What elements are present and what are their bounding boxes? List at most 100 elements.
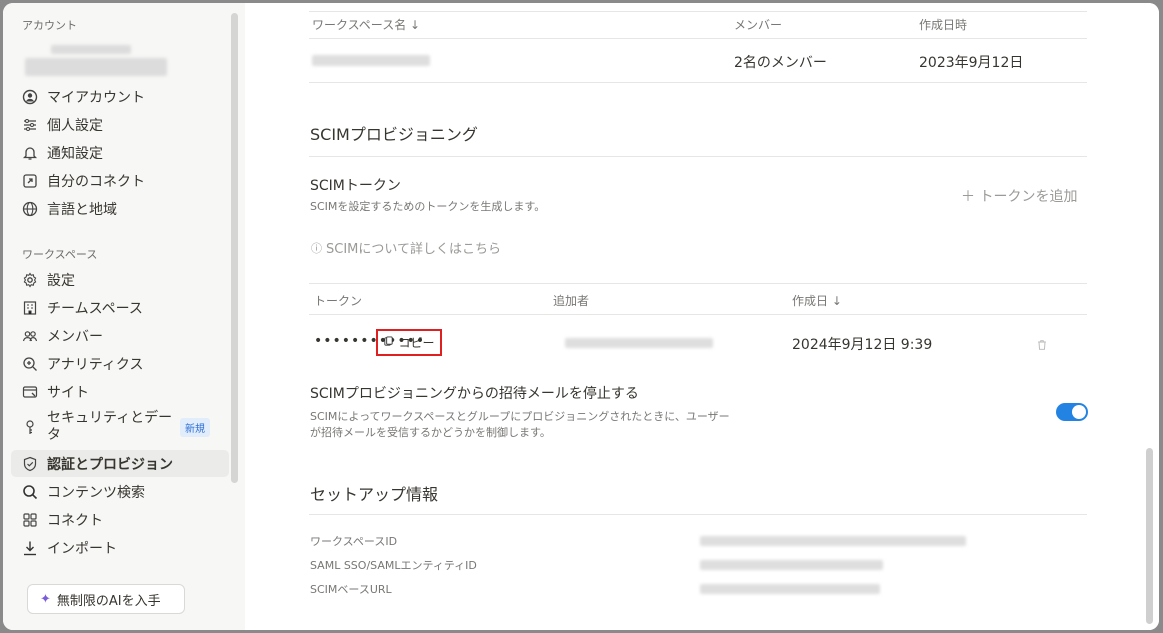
sidebar-item-identity-provisioning[interactable]: 認証とプロビジョン: [11, 450, 229, 477]
grid-icon: [21, 511, 39, 529]
column-header-created: 作成日時: [919, 18, 968, 32]
workspace-id-redacted: [700, 536, 966, 546]
sidebar-item-label: インポート: [47, 540, 117, 557]
sparkle-icon: ✦: [40, 591, 51, 607]
workspace-created-date: 2023年9月12日: [919, 55, 1024, 71]
divider: [309, 11, 1087, 12]
setup-label-workspace-id: ワークスペースID: [310, 535, 398, 548]
site-icon: [21, 383, 39, 401]
toggle-knob: [1072, 405, 1086, 419]
column-header-token-created[interactable]: 作成日 ↓: [792, 292, 842, 309]
workspace-member-count: 2名のメンバー: [734, 55, 827, 71]
sliders-icon: [21, 116, 39, 134]
sidebar-item-language-region[interactable]: 言語と地域: [11, 195, 229, 222]
sidebar-item-my-account[interactable]: マイアカウント: [11, 83, 229, 110]
ai-button-label: 無制限のAIを入手: [56, 593, 161, 609]
divider: [309, 38, 1087, 39]
workspace-name-redacted: [312, 55, 430, 66]
column-header-workspace-name[interactable]: ワークスペース名 ↓: [312, 16, 420, 33]
sidebar-item-label: 自分のコネクト: [47, 173, 145, 190]
download-icon: [21, 539, 39, 557]
sidebar-item-label: 通知設定: [47, 145, 103, 162]
shield-check-icon: [21, 455, 39, 473]
sidebar-item-label: コネクト: [47, 512, 103, 529]
sidebar-item-label: チームスペース: [47, 300, 143, 317]
sidebar-item-label: 認証とプロビジョン: [47, 456, 173, 473]
column-header-members: メンバー: [734, 18, 783, 32]
scim-base-url-redacted: [700, 584, 880, 594]
new-badge: 新規: [180, 418, 210, 437]
sidebar-item-label: 言語と地域: [47, 201, 117, 218]
members-icon: [21, 327, 39, 345]
sidebar-item-label: アナリティクス: [47, 356, 144, 373]
invite-email-desc-line1: SCIMによってワークスペースとグループにプロビジョニングされたときに、ユーザー: [310, 410, 730, 423]
divider: [309, 283, 1087, 284]
sidebar-section-account: アカウント: [22, 19, 77, 32]
divider: [309, 314, 1087, 315]
security-label-line1: セキュリティとデー: [47, 410, 173, 426]
scim-token-title: SCIMトークン: [310, 178, 401, 194]
sidebar-item-connections[interactable]: コネクト: [11, 506, 229, 533]
sidebar-item-teamspaces[interactable]: チームスペース: [11, 294, 229, 321]
globe-icon: [21, 200, 39, 218]
copy-token-button[interactable]: コピー: [376, 329, 442, 356]
security-label-line2: タ: [47, 427, 61, 443]
account-name-redacted: [51, 45, 131, 54]
sidebar-item-label: コンテンツ検索: [47, 484, 145, 501]
column-header-token: トークン: [314, 294, 363, 308]
help-circle-icon: ⓘ: [311, 241, 322, 255]
sidebar-item-import[interactable]: インポート: [11, 534, 229, 561]
column-header-added-by: 追加者: [553, 294, 590, 308]
sidebar-item-my-connections[interactable]: 自分のコネクト: [11, 167, 229, 194]
sidebar-item-label: メンバー: [47, 328, 103, 345]
sidebar-item-label: サイト: [47, 384, 89, 401]
add-token-button[interactable]: ＋ トークンを追加: [961, 186, 1077, 206]
scim-help-link-label: SCIMについて詳しくはこちら: [326, 242, 501, 257]
sidebar-item-label: 設定: [47, 272, 75, 289]
copy-button-label: コピー: [398, 336, 435, 350]
sidebar-item-label: セキュリティとデー タ: [47, 410, 172, 444]
invite-email-desc-line2: が招待メールを受信するかどうかを制御します。: [310, 426, 551, 439]
setup-label-saml-entity-id: SAML SSO/SAMLエンティティID: [310, 559, 477, 572]
saml-id-redacted: [700, 560, 883, 570]
divider: [309, 82, 1087, 83]
sidebar-scrollbar[interactable]: [231, 13, 238, 483]
scim-help-link[interactable]: ⓘ SCIMについて詳しくはこちら: [311, 238, 501, 258]
sidebar-scroll-area: アカウント マイアカウント 個人設定 通知設定 自分のコネクト 言語と地域 ワー…: [3, 3, 245, 573]
bell-icon: [21, 144, 39, 162]
sidebar-item-members[interactable]: メンバー: [11, 322, 229, 349]
sidebar-item-notifications[interactable]: 通知設定: [11, 139, 229, 166]
added-by-redacted: [565, 338, 713, 348]
divider: [309, 156, 1087, 157]
sidebar-item-label: 個人設定: [47, 117, 103, 134]
sidebar-item-label: マイアカウント: [47, 89, 145, 106]
setup-section-title: セットアップ情報: [310, 485, 439, 504]
invite-email-toggle[interactable]: [1056, 403, 1088, 421]
setup-label-scim-base-url: SCIMベースURL: [310, 583, 392, 596]
token-created-date: 2024年9月12日 9:39: [792, 337, 933, 353]
get-unlimited-ai-button[interactable]: ✦ 無制限のAIを入手: [27, 584, 185, 614]
settings-sidebar: アカウント マイアカウント 個人設定 通知設定 自分のコネクト 言語と地域 ワー…: [3, 3, 245, 630]
settings-window: アカウント マイアカウント 個人設定 通知設定 自分のコネクト 言語と地域 ワー…: [3, 3, 1159, 630]
sidebar-item-sites[interactable]: サイト: [11, 378, 229, 405]
main-scrollbar[interactable]: [1146, 448, 1153, 624]
clipboard-icon: [383, 335, 394, 350]
invite-email-title: SCIMプロビジョニングからの招待メールを停止する: [310, 386, 639, 402]
account-circle-icon: [21, 88, 39, 106]
sidebar-item-settings[interactable]: 設定: [11, 266, 229, 293]
account-email-redacted: [25, 58, 167, 76]
sidebar-item-preferences[interactable]: 個人設定: [11, 111, 229, 138]
divider: [309, 514, 1087, 515]
sidebar-item-content-search[interactable]: コンテンツ検索: [11, 478, 229, 505]
scim-section-title: SCIMプロビジョニング: [310, 125, 478, 144]
sidebar-item-analytics[interactable]: アナリティクス: [11, 350, 229, 377]
sidebar-section-workspace: ワークスペース: [22, 248, 98, 261]
gear-icon: [21, 271, 39, 289]
key-icon: [21, 418, 39, 436]
external-link-icon: [21, 172, 39, 190]
search-icon: [21, 483, 39, 501]
trash-icon[interactable]: [1036, 336, 1050, 350]
building-icon: [21, 299, 39, 317]
zoom-chart-icon: [21, 355, 39, 373]
scim-token-description: SCIMを設定するためのトークンを生成します。: [310, 200, 546, 213]
